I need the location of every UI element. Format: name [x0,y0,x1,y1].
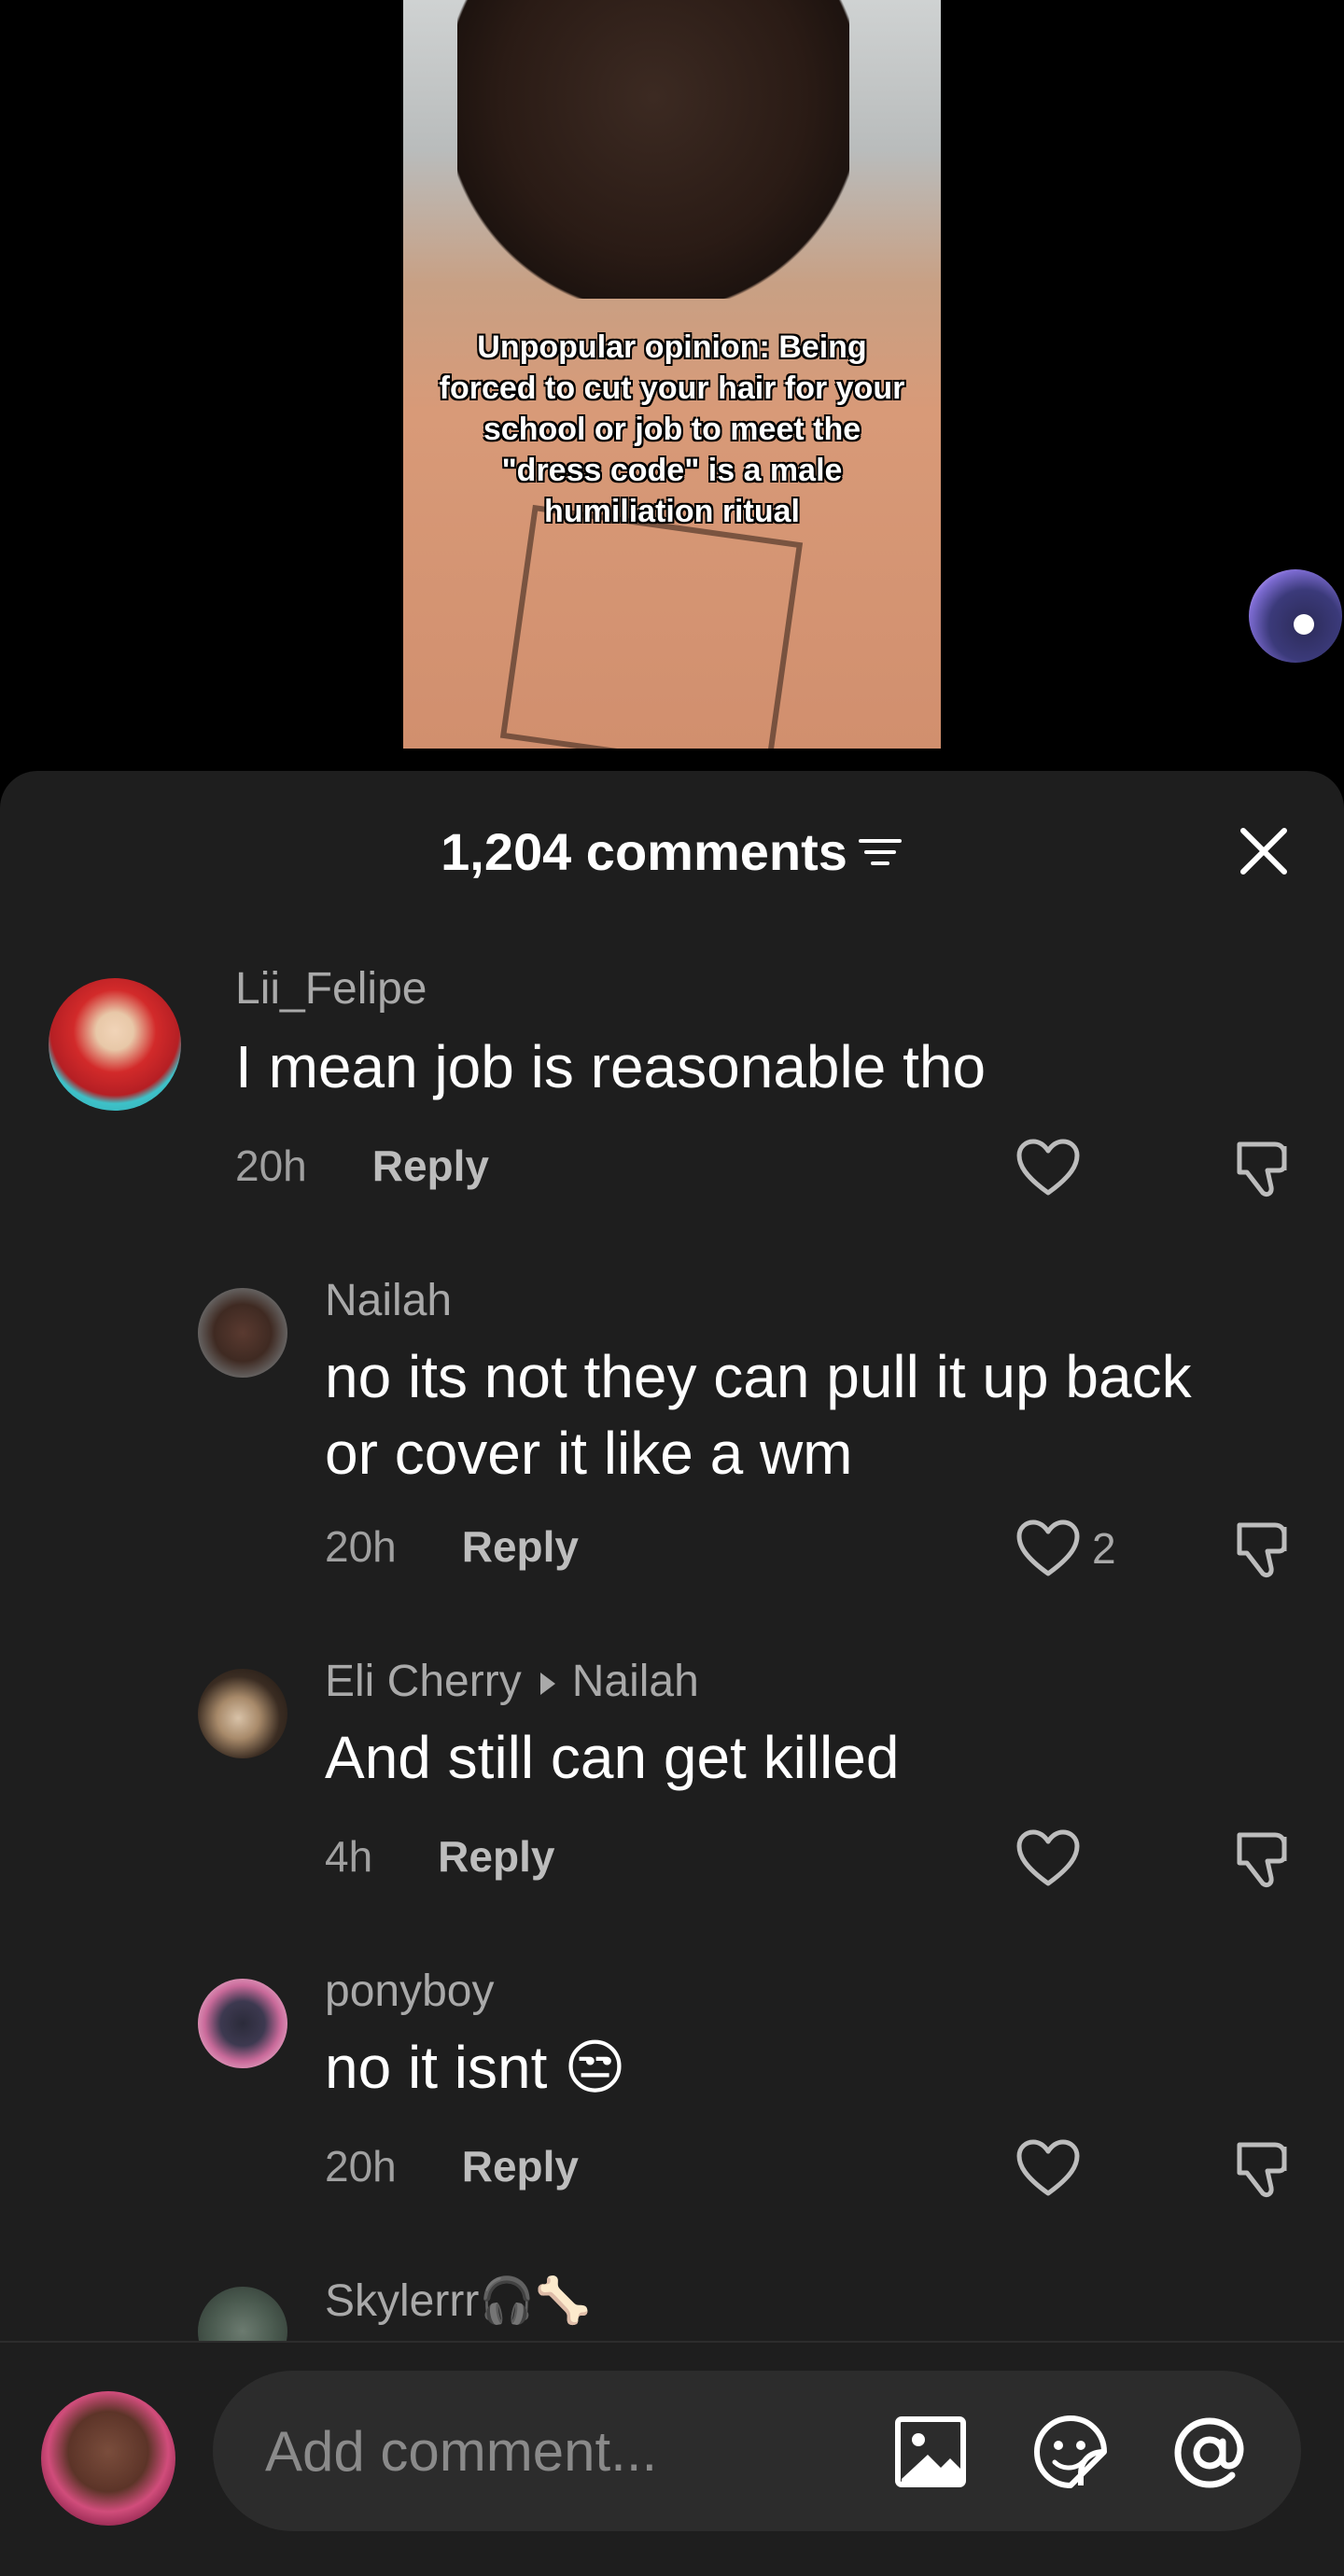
like-count: 2 [1092,1524,1116,1573]
comment-username[interactable]: Lii_Felipe [235,963,427,1015]
video-hair [457,0,849,299]
comment-text: no its not they can pull it up back or c… [325,1343,1192,1487]
comment-text: I mean job is reasonable tho [235,1033,987,1100]
comment-username[interactable]: ponyboy [325,1966,494,2017]
reply-button[interactable]: Reply [462,2142,579,2191]
reply-button[interactable]: Reply [372,1141,489,1190]
comment-meta: 20h Reply [235,1141,489,1191]
comment-time: 4h [325,1832,373,1881]
dislike-icon[interactable] [1230,1135,1295,1200]
reply-arrow-icon [539,1673,555,1696]
dislike-icon[interactable] [1230,1826,1295,1891]
sticker-icon[interactable] [1032,2414,1109,2490]
filter-icon[interactable] [857,833,903,871]
reply-button[interactable]: Reply [438,1832,554,1881]
comments-header: 1,204 comments [0,819,1344,885]
comment-username[interactable]: Nailah [325,1275,452,1326]
comment-username[interactable]: Skylerrr🎧🦴 [325,2274,591,2327]
comment-text: And still can get killed [325,1724,900,1791]
comment-time: 20h [325,1522,397,1571]
avatar[interactable] [198,1669,287,1758]
video-caption: Unpopular opinion: Being forced to cut y… [439,329,905,529]
comment-meta: 4h Reply [325,1831,554,1882]
video-player[interactable]: Unpopular opinion: Being forced to cut y… [403,0,941,749]
close-icon[interactable] [1236,823,1292,879]
heart-icon[interactable] [1015,1829,1081,1889]
reply-button[interactable]: Reply [462,1522,579,1571]
comment-time: 20h [325,2142,397,2191]
mention-icon[interactable] [1172,2414,1249,2490]
comment-composer: Add comment... [0,2343,1344,2576]
comment-meta: 20h Reply [325,2141,579,2191]
avatar[interactable] [198,1288,287,1378]
dislike-icon[interactable] [1230,2135,1295,2201]
image-icon[interactable] [892,2414,969,2490]
dislike-icon[interactable] [1230,1516,1295,1581]
heart-icon[interactable] [1015,1139,1081,1198]
avatar[interactable] [49,978,181,1111]
floating-assistant-bubble-icon[interactable] [1249,569,1342,663]
current-user-avatar[interactable] [41,2391,175,2526]
avatar[interactable] [198,1979,287,2068]
comment-text: no it isnt 😒 [325,2034,626,2101]
comment-username-text[interactable]: Eli Cherry [325,1657,522,1706]
reply-to-username[interactable]: Nailah [572,1657,699,1706]
comment-count[interactable]: 1,204 comments [441,819,903,885]
comment-time: 20h [235,1141,307,1190]
comment-username[interactable]: Eli Cherry Nailah [325,1656,699,1707]
add-comment-input[interactable]: Add comment... [213,2371,1301,2531]
comment-count-label: 1,204 comments [441,822,847,881]
add-comment-placeholder: Add comment... [265,2420,658,2483]
comment-meta: 20h Reply [325,1521,579,1572]
heart-icon[interactable] [1015,1519,1081,1579]
shirt-print [499,504,804,749]
comments-sheet: 1,204 comments Lii_Felipe I mean job is … [0,771,1344,2576]
heart-icon[interactable] [1015,2139,1081,2199]
